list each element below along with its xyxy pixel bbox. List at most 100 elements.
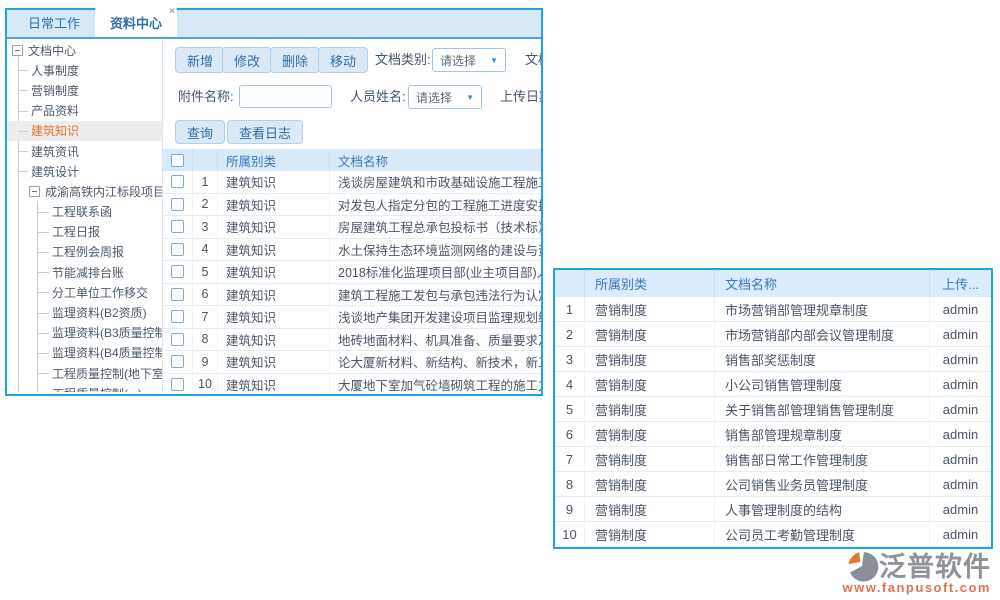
attachment-name-input[interactable] (239, 85, 332, 108)
table-row[interactable]: 10 营销制度 公司员工考勤管理制度 admin (555, 522, 991, 547)
row-uploader: admin (930, 297, 991, 321)
tree-item[interactable]: 工程质量控制(地下室) (7, 363, 162, 383)
row-checkbox[interactable] (171, 243, 184, 256)
document-tree: 文档中心 人事制度 营销制度 产品资料 (7, 39, 162, 392)
tree-item[interactable]: 营销制度 (7, 80, 162, 100)
table-row[interactable]: 1 营销制度 市场营销部管理规章制度 admin (555, 297, 991, 322)
row-checkbox[interactable] (171, 175, 184, 188)
chevron-down-icon: ▼ (490, 56, 498, 65)
tree-item[interactable]: 工程质量控制(...) (7, 383, 162, 392)
row-docname: 市场营销部内部会议管理制度 (715, 322, 930, 346)
add-button[interactable]: 新增 (175, 47, 225, 73)
table-row[interactable]: 10 建筑知识 大厦地下室加气砼墙砌筑工程的施工方... (163, 374, 541, 393)
row-index: 10 (555, 522, 585, 546)
row-category: 建筑知识 (218, 284, 330, 306)
doc-category-select[interactable]: 请选择 ▼ (432, 48, 506, 72)
tree-item[interactable]: 监理资料(B4质量控制) (7, 343, 162, 363)
row-uploader: admin (930, 372, 991, 396)
row-checkbox[interactable] (171, 265, 184, 278)
tree-item[interactable]: 工程例会周报 (7, 242, 162, 262)
tree-item[interactable]: 建筑资讯 (7, 141, 162, 161)
row-uploader: admin (930, 322, 991, 346)
docname-column-header: 文档名称 (330, 149, 541, 171)
tab-data-center[interactable]: 资料中心 × (95, 7, 177, 37)
table-row[interactable]: 5 营销制度 关于销售部管理销售管理制度 admin (555, 397, 991, 422)
tree-item-label: 监理资料(B3质量控制) (52, 324, 163, 341)
table-row[interactable]: 7 营销制度 销售部日常工作管理制度 admin (555, 447, 991, 472)
tree-item[interactable]: 监理资料(B2资质) (7, 302, 162, 322)
tree-item-label: 产品资料 (31, 102, 79, 119)
row-checkbox[interactable] (171, 198, 184, 211)
tree-item[interactable]: 成渝高铁内江标段项目 (7, 181, 162, 201)
delete-button[interactable]: 删除 (270, 47, 320, 73)
table-row[interactable]: 9 营销制度 人事管理制度的结构 admin (555, 497, 991, 522)
table-row[interactable]: 4 营销制度 小公司销售管理制度 admin (555, 372, 991, 397)
modify-button[interactable]: 修改 (222, 47, 272, 73)
tree-item-label: 建筑设计 (31, 163, 79, 180)
row-category: 营销制度 (585, 297, 715, 321)
table-row[interactable]: 6 建筑知识 建筑工程施工发包与承包违法行为认定... (163, 284, 541, 307)
row-checkbox[interactable] (171, 288, 184, 301)
table-body: 1 建筑知识 浅谈房屋建筑和市政基础设施工程施工... 2 建筑知识 对发包人指… (163, 171, 541, 392)
row-index: 7 (193, 306, 218, 328)
row-category: 营销制度 (585, 447, 715, 471)
row-category: 营销制度 (585, 322, 715, 346)
row-uploader: admin (930, 497, 991, 521)
move-button[interactable]: 移动 (318, 47, 368, 73)
row-index: 3 (193, 216, 218, 238)
table-row[interactable]: 3 建筑知识 房屋建筑工程总承包投标书（技术标）... (163, 216, 541, 239)
tree-item[interactable]: 工程联系函 (7, 202, 162, 222)
row-checkbox[interactable] (171, 333, 184, 346)
collapse-minus-icon[interactable] (12, 45, 23, 56)
table-row[interactable]: 9 建筑知识 论大厦新材料、新结构、新技术，新工... (163, 351, 541, 374)
tree-item[interactable]: 人事制度 (7, 60, 162, 80)
tree-item[interactable]: 节能减排台账 (7, 262, 162, 282)
table-row[interactable]: 2 建筑知识 对发包人指定分包的工程施工进度安排... (163, 194, 541, 217)
doc-category-label: 文档类别: (375, 47, 431, 73)
document-center-window: 日常工作 资料中心 × 文档中心 人事制度 (5, 8, 543, 396)
select-all-checkbox[interactable] (171, 154, 184, 167)
tree-item[interactable]: 文档中心 (7, 40, 162, 60)
tree-item-label: 成渝高铁内江标段项目 (45, 183, 163, 200)
tree-item[interactable]: 建筑知识 (7, 121, 162, 141)
row-checkbox[interactable] (171, 310, 184, 323)
view-log-button[interactable]: 查看日志 (227, 120, 303, 144)
table-row[interactable]: 7 建筑知识 浅谈地产集团开发建设项目监理规划编... (163, 306, 541, 329)
tree-item[interactable]: 工程日报 (7, 222, 162, 242)
tab-daily-work[interactable]: 日常工作 (13, 7, 95, 37)
table-body: 1 营销制度 市场营销部管理规章制度 admin 2 营销制度 市场营销部内部会… (555, 297, 991, 547)
documents-table: 所属别类 文档名称 1 建筑知识 浅谈房屋建筑和市政基础设施工程施工... (163, 149, 541, 392)
row-docname: 建筑工程施工发包与承包违法行为认定... (330, 284, 541, 306)
table-row[interactable]: 4 建筑知识 水土保持生态环境监测网络的建设与资... (163, 239, 541, 262)
table-row[interactable]: 2 营销制度 市场营销部内部会议管理制度 admin (555, 322, 991, 347)
table-header-row: 所属别类 文档名称 (163, 149, 541, 171)
tab-close-icon[interactable]: × (169, 7, 175, 17)
row-index: 5 (555, 397, 585, 421)
row-checkbox[interactable] (171, 355, 184, 368)
row-category: 建筑知识 (218, 216, 330, 238)
tree-item[interactable]: 建筑设计 (7, 161, 162, 181)
table-row[interactable]: 5 建筑知识 2018标准化监理项目部(业主项目部)人员... (163, 261, 541, 284)
table-row[interactable]: 8 建筑知识 地砖地面材料、机具准备、质量要求及... (163, 329, 541, 352)
collapse-minus-icon[interactable] (29, 186, 40, 197)
person-name-select[interactable]: 请选择 ▼ (408, 85, 482, 109)
tree-item[interactable]: 分工单位工作移交 (7, 282, 162, 302)
tree-item-label: 建筑知识 (31, 122, 79, 139)
row-docname: 浅谈房屋建筑和市政基础设施工程施工... (330, 171, 541, 193)
row-checkbox[interactable] (171, 220, 184, 233)
row-uploader: admin (930, 347, 991, 371)
row-docname: 市场营销部管理规章制度 (715, 297, 930, 321)
query-button[interactable]: 查询 (175, 120, 225, 144)
table-row[interactable]: 6 营销制度 销售部管理规章制度 admin (555, 422, 991, 447)
row-category: 建筑知识 (218, 261, 330, 283)
tree-item-label: 工程质量控制(...) (52, 385, 142, 392)
table-row[interactable]: 3 营销制度 销售部奖惩制度 admin (555, 347, 991, 372)
row-index: 1 (555, 297, 585, 321)
tree-item[interactable]: 产品资料 (7, 101, 162, 121)
row-checkbox[interactable] (171, 378, 184, 391)
tree-item[interactable]: 监理资料(B3质量控制) (7, 323, 162, 343)
row-index: 7 (555, 447, 585, 471)
table-row[interactable]: 1 建筑知识 浅谈房屋建筑和市政基础设施工程施工... (163, 171, 541, 194)
table-row[interactable]: 8 营销制度 公司销售业务员管理制度 admin (555, 472, 991, 497)
row-category: 营销制度 (585, 522, 715, 546)
